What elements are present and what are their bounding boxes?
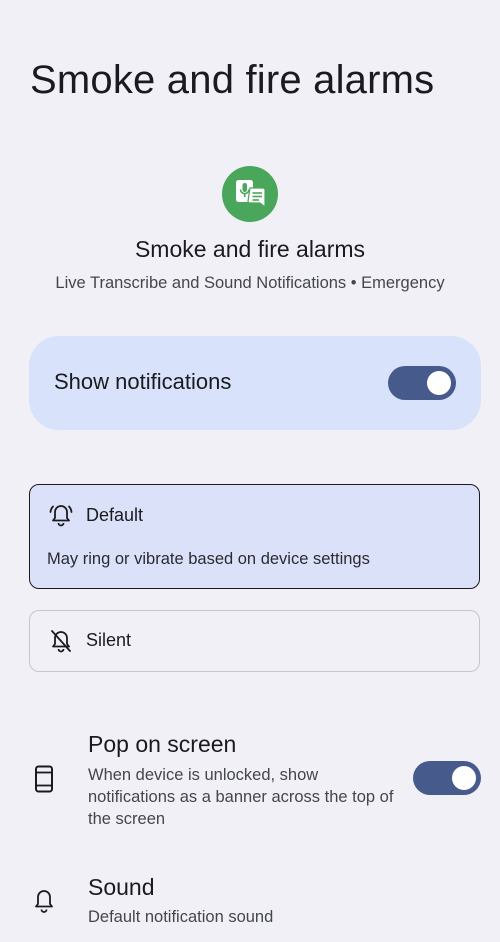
page-title: Smoke and fire alarms [30, 58, 435, 102]
option-silent[interactable]: Silent [29, 610, 480, 672]
option-default-title: Default [86, 505, 144, 525]
option-default[interactable]: Default May ring or vibrate based on dev… [29, 484, 480, 589]
sound-row[interactable]: Sound Default notification sound [0, 872, 500, 942]
app-name: Smoke and fire alarms [134, 236, 366, 262]
bell-off-icon [51, 630, 71, 653]
pop-on-screen-row[interactable]: Pop on screen When device is unlocked, s… [0, 728, 500, 838]
sound-title: Sound [88, 874, 155, 900]
show-notifications-row[interactable]: Show notifications [29, 336, 481, 430]
bell-icon [35, 890, 53, 913]
option-silent-title: Silent [86, 630, 132, 650]
show-notifications-label: Show notifications [54, 369, 232, 394]
option-default-description: May ring or vibrate based on device sett… [47, 550, 370, 568]
phone-icon [35, 765, 53, 793]
show-notifications-toggle[interactable] [388, 366, 456, 400]
toggle-thumb [452, 766, 476, 790]
live-transcribe-icon [222, 166, 278, 222]
bell-icon [49, 505, 73, 527]
pop-on-screen-description: When device is unlocked, show notificati… [88, 766, 394, 828]
pop-on-screen-title: Pop on screen [88, 731, 237, 757]
sound-description: Default notification sound [88, 908, 274, 926]
pop-on-screen-toggle[interactable] [413, 761, 481, 795]
toggle-thumb [427, 371, 451, 395]
app-subtitle: Live Transcribe and Sound Notifications … [55, 274, 445, 292]
